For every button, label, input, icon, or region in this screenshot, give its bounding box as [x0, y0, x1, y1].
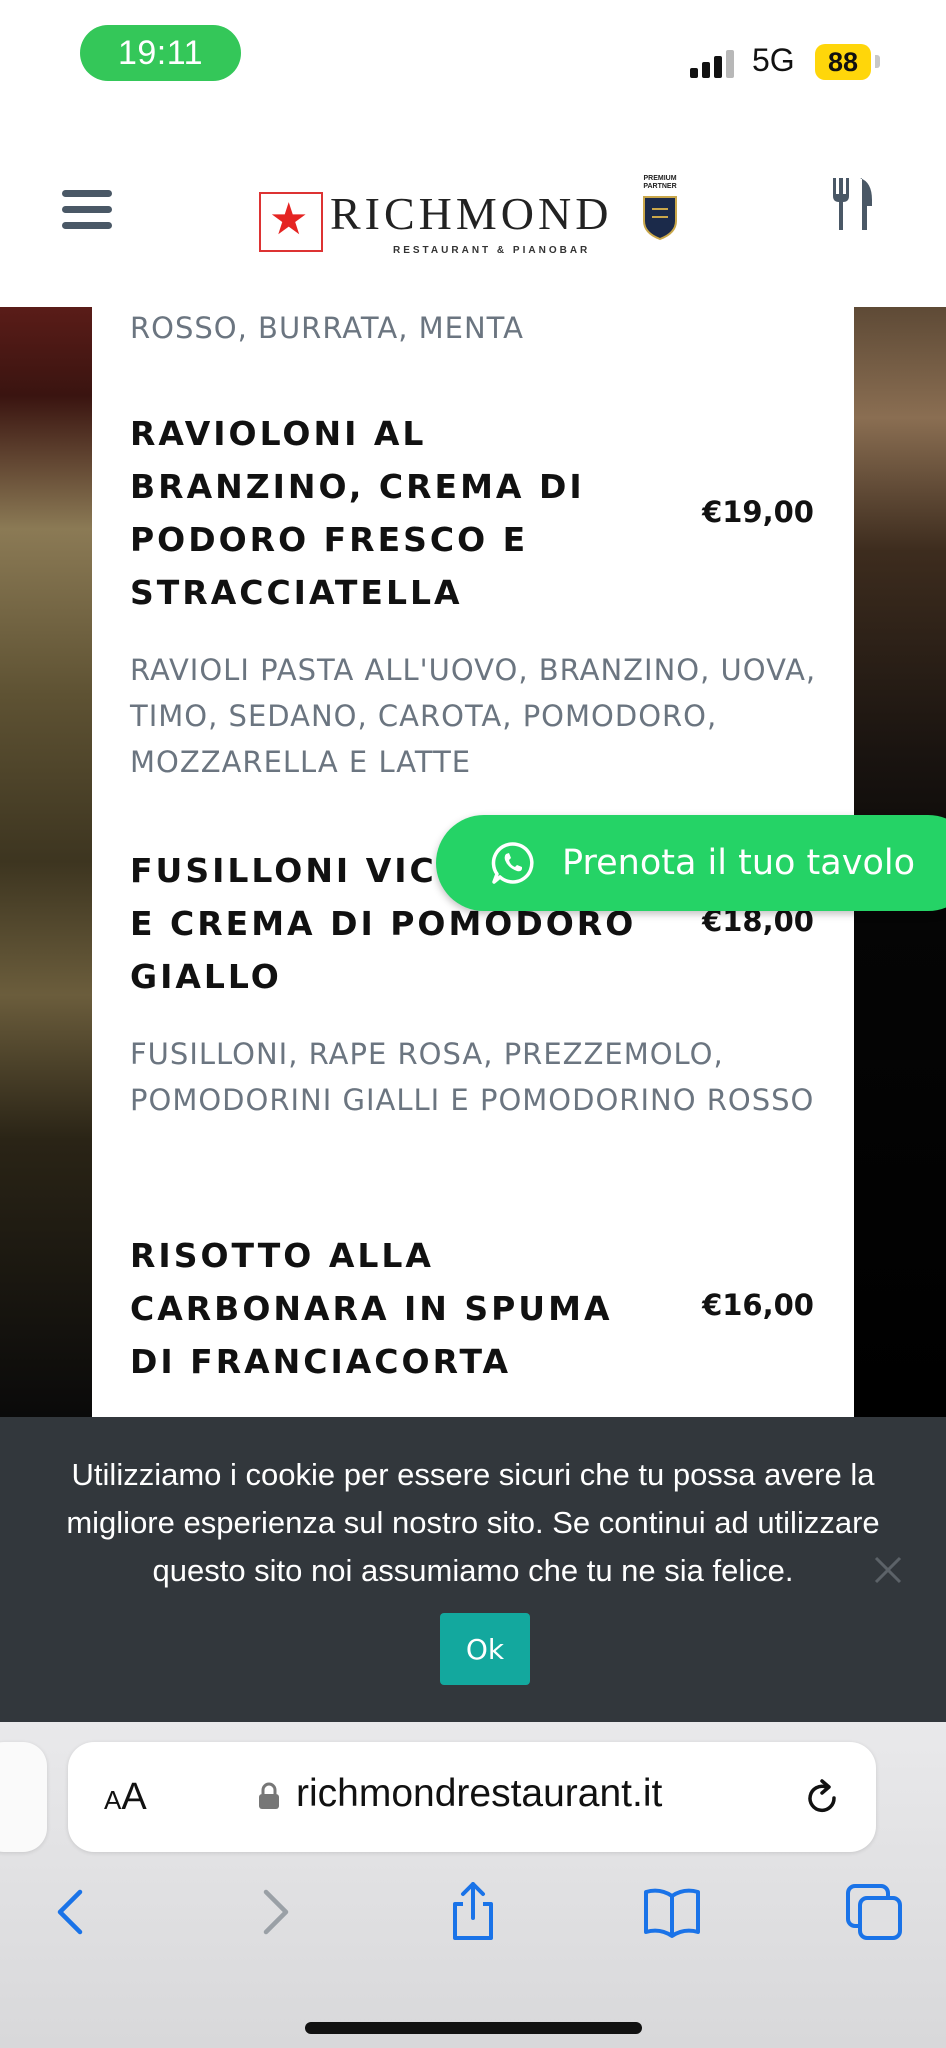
logo-subtitle: RESTAURANT & PIANOBAR [393, 245, 591, 256]
cookie-ok-button[interactable]: Ok [440, 1613, 530, 1685]
whatsapp-booking-button[interactable]: Prenota il tuo tavolo [436, 815, 946, 911]
text-size-button[interactable]: AA [104, 1776, 147, 1819]
site-header: ★ RICHMOND RESTAURANT & PIANOBAR PREMIUM… [0, 110, 946, 307]
signal-icon [690, 48, 740, 78]
battery-icon [875, 55, 880, 68]
dish-title: RISOTTO ALLA CARBONARA IN SPUMA DI FRANC… [130, 1236, 613, 1381]
aa-small: A [104, 1785, 122, 1815]
address-bar[interactable]: AA richmondrestaurant.it [68, 1742, 876, 1852]
site-logo[interactable]: ★ RICHMOND RESTAURANT & PIANOBAR [258, 175, 678, 265]
browser-toolbar: AA richmondrestaurant.it [0, 1722, 946, 2048]
partner-badge: PREMIUM PARTNER [640, 175, 680, 255]
dish-description: ROSSO, BURRATA, MENTA [130, 311, 524, 345]
cookie-text: Utilizziamo i cookie per essere sicuri c… [66, 1457, 880, 1588]
partner-label: PREMIUM PARTNER [643, 175, 677, 190]
cutlery-icon[interactable] [830, 176, 874, 232]
dish-price: €16,00 [702, 1288, 814, 1322]
tabs-icon[interactable] [844, 1882, 904, 1942]
status-time[interactable]: 19:11 [80, 25, 241, 81]
lock-icon [259, 1782, 279, 1809]
forward-icon[interactable] [244, 1882, 304, 1942]
status-bar: 19:11 5G 88 [0, 0, 946, 110]
dish-price: €19,00 [702, 495, 814, 529]
bookmarks-icon[interactable] [642, 1882, 702, 1942]
network-type: 5G [752, 42, 795, 78]
background-photo-left [0, 307, 92, 1417]
home-indicator[interactable] [305, 2022, 642, 2034]
dish-title: RAVIOLONI AL BRANZINO, CREMA DI PODORO F… [130, 414, 585, 612]
previous-tab-preview[interactable] [0, 1742, 47, 1852]
logo-name: RICHMOND [330, 188, 613, 239]
close-icon[interactable] [872, 1554, 904, 1586]
dish-description: FUSILLONI, RAPE ROSA, PREZZEMOLO, POMODO… [130, 1037, 815, 1117]
logo-emblem: ★ [259, 192, 323, 252]
reload-icon[interactable] [802, 1778, 842, 1818]
whatsapp-label: Prenota il tuo tavolo [562, 843, 915, 883]
dish-description: RAVIOLI PASTA ALL'UOVO, BRANZINO, UOVA, … [130, 653, 817, 779]
url-text[interactable]: richmondrestaurant.it [296, 1772, 662, 1816]
battery-level: 88 [815, 44, 871, 80]
back-icon[interactable] [42, 1882, 102, 1942]
shield-icon [643, 196, 677, 241]
aa-big: A [121, 1776, 147, 1818]
cookie-banner: Utilizziamo i cookie per essere sicuri c… [0, 1417, 946, 1722]
menu-icon[interactable] [62, 190, 112, 230]
share-icon[interactable] [443, 1882, 503, 1942]
whatsapp-icon [491, 842, 534, 884]
star-icon: ★ [269, 194, 309, 245]
